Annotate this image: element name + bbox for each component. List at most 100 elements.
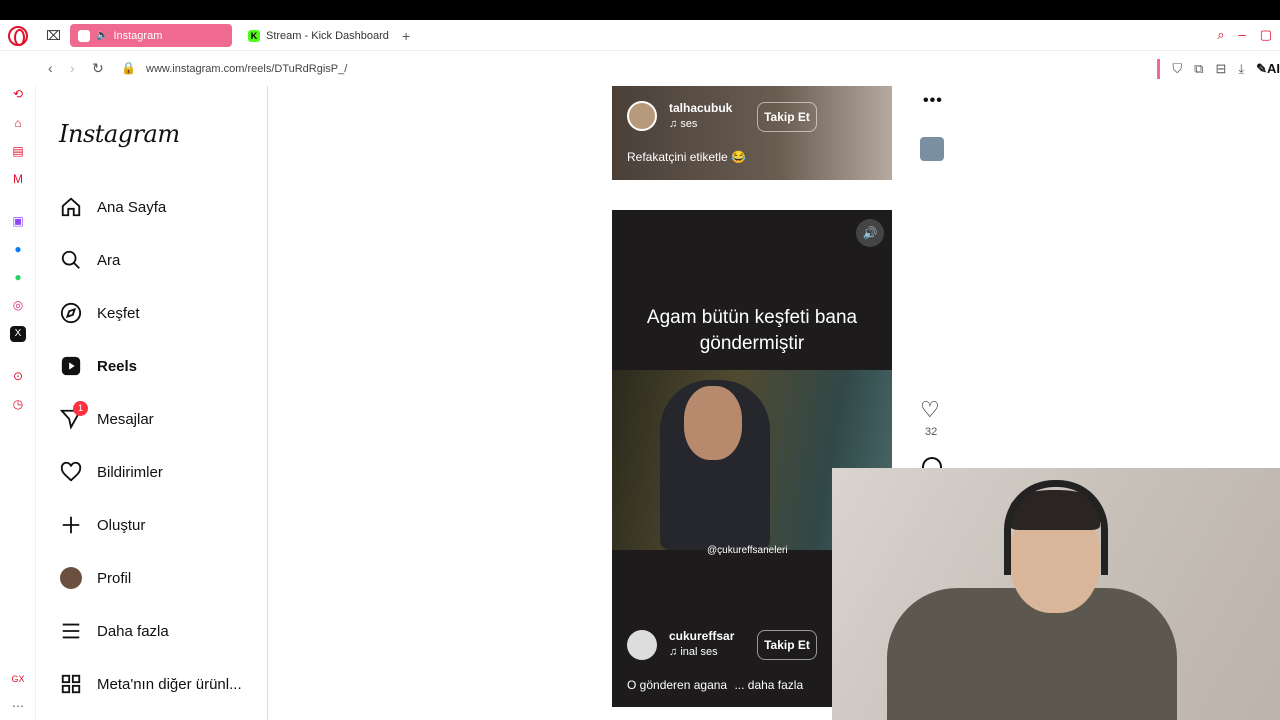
sound-label: inal ses bbox=[680, 646, 718, 658]
notification-badge: 1 bbox=[73, 401, 88, 416]
speed-dial-icon[interactable]: ⌂ bbox=[10, 115, 26, 131]
player-icon[interactable]: ⊙ bbox=[10, 368, 26, 384]
wallet-icon[interactable]: ⊟ bbox=[1215, 61, 1226, 77]
meta-apps-icon bbox=[59, 672, 83, 696]
nav-meta-products[interactable]: Meta'nın diğer ürünl... bbox=[59, 669, 242, 699]
more-options-icon[interactable]: ••• bbox=[923, 92, 943, 110]
clock-icon[interactable]: ◷ bbox=[10, 396, 26, 412]
new-tab-plus-icon[interactable]: + bbox=[402, 28, 410, 44]
reel-username[interactable]: cukureffsar bbox=[669, 629, 734, 643]
instagram-sidebar: Instagram Ana Sayfa Ara Keşfet Reels 1 M… bbox=[36, 86, 268, 720]
reel-caption: O gönderen agana ... daha fazla bbox=[627, 678, 803, 692]
reel-sound[interactable]: ♫ inal ses bbox=[669, 646, 718, 658]
webcam-overlay bbox=[832, 468, 1280, 720]
more-icon[interactable]: ⋯ bbox=[10, 698, 26, 714]
kick-favicon-icon: K bbox=[248, 29, 260, 42]
nav-label: Mesajlar bbox=[97, 410, 154, 428]
like-count: 32 bbox=[925, 426, 938, 438]
nav-label: Daha fazla bbox=[97, 622, 169, 640]
caption-text: O gönderen agana bbox=[627, 678, 728, 692]
plus-icon bbox=[59, 513, 83, 537]
opera-sidebar: ⟲ ⌂ ▤ M ▣ ● ● ◎ X ⊙ ◷ GX ⋯ bbox=[0, 86, 36, 720]
tab-label: Stream - Kick Dashboard bbox=[266, 29, 389, 42]
music-icon: ♫ bbox=[669, 646, 681, 658]
heart-icon bbox=[59, 460, 83, 484]
nav-more[interactable]: Daha fazla bbox=[59, 616, 169, 646]
like-icon[interactable]: ♡ bbox=[920, 397, 940, 423]
nav-label: Keşfet bbox=[97, 304, 140, 322]
top-black-strip bbox=[0, 0, 1280, 20]
audio-avatar[interactable] bbox=[920, 137, 944, 161]
maximize-icon[interactable]: ▢ bbox=[1260, 27, 1272, 43]
shield-icon[interactable]: ⛉ bbox=[1172, 61, 1182, 77]
messenger-icon[interactable]: ● bbox=[10, 241, 26, 257]
opera-logo-icon[interactable] bbox=[8, 26, 28, 46]
nav-create[interactable]: Oluştur bbox=[59, 510, 145, 540]
tab-kick-dashboard[interactable]: K Stream - Kick Dashboard bbox=[240, 24, 400, 47]
browser-tab-bar: ⌧ 🔈 Instagram K Stream - Kick Dashboard … bbox=[0, 20, 1280, 51]
back-icon[interactable]: ‹ bbox=[48, 60, 53, 76]
follow-button[interactable]: Takip Et bbox=[757, 630, 817, 660]
nav-label: Oluştur bbox=[97, 516, 146, 534]
whatsapp-icon[interactable]: ● bbox=[10, 269, 26, 285]
nav-search[interactable]: Ara bbox=[59, 245, 120, 275]
reload-icon[interactable]: ↻ bbox=[92, 60, 104, 77]
ai-icon[interactable]: ✎AI bbox=[1256, 61, 1280, 77]
reel-username[interactable]: talhacubuk bbox=[669, 101, 732, 115]
headset bbox=[1004, 480, 1108, 575]
address-bar: ‹ › ↻ 🔒 www.instagram.com/reels/DTuRdRgi… bbox=[0, 51, 1280, 86]
nav-notifications[interactable]: Bildirimler bbox=[59, 457, 163, 487]
forward-icon[interactable]: › bbox=[70, 60, 75, 76]
reel-overlay-text: Agam bütün keşfeti bana göndermiştir bbox=[612, 305, 892, 357]
minimize-icon[interactable]: – bbox=[1238, 27, 1245, 43]
workspace-icon[interactable]: ▤ bbox=[10, 143, 26, 159]
reel-watermark: @çukureffsaneleri bbox=[707, 545, 788, 556]
messages-icon: 1 bbox=[59, 401, 88, 431]
compass-icon bbox=[59, 301, 83, 325]
instagram-icon[interactable]: ◎ bbox=[10, 297, 26, 313]
nav-label: Reels bbox=[97, 357, 138, 375]
nav-profile[interactable]: Profil bbox=[59, 563, 131, 593]
reels-icon bbox=[59, 354, 83, 378]
nav-label: Bildirimler bbox=[97, 463, 163, 481]
volume-icon[interactable]: 🔊 bbox=[856, 219, 884, 247]
reel-sound[interactable]: ♫ ses bbox=[669, 118, 697, 130]
avatar-icon bbox=[59, 566, 83, 590]
lock-icon: 🔒 bbox=[121, 61, 136, 75]
search-tabs-icon[interactable]: ⌕ bbox=[1217, 27, 1224, 43]
nav-reels[interactable]: Reels bbox=[59, 351, 137, 381]
reel-caption: Refakatçini etiketle 😂 bbox=[627, 150, 746, 164]
man-face bbox=[684, 386, 742, 460]
music-icon: ♫ bbox=[669, 118, 681, 130]
mail-icon[interactable]: M bbox=[10, 171, 26, 187]
tab-label: Instagram bbox=[113, 29, 163, 42]
history-icon[interactable]: ⟲ bbox=[10, 86, 26, 102]
nav-label: Ana Sayfa bbox=[97, 198, 167, 216]
home-icon bbox=[59, 195, 83, 219]
twitch-icon[interactable]: ▣ bbox=[10, 213, 26, 229]
gx-icon[interactable]: GX bbox=[10, 671, 26, 687]
instagram-logo[interactable]: Instagram bbox=[59, 120, 180, 148]
download-icon[interactable]: ⤓ bbox=[1238, 61, 1244, 77]
nav-label: Profil bbox=[97, 569, 132, 587]
overlay-line-1: Agam bütün keşfeti bana bbox=[646, 307, 858, 328]
search-icon bbox=[59, 248, 83, 272]
x-icon[interactable]: X bbox=[10, 326, 26, 342]
extensions-icon[interactable]: ⧉ bbox=[1194, 61, 1203, 77]
reel-avatar[interactable] bbox=[627, 101, 657, 131]
nav-home[interactable]: Ana Sayfa bbox=[59, 192, 166, 222]
url-field[interactable]: www.instagram.com/reels/DTuRdRgisP_/ bbox=[146, 63, 347, 75]
nav-explore[interactable]: Keşfet bbox=[59, 298, 140, 328]
follow-button[interactable]: Takip Et bbox=[757, 102, 817, 132]
pink-divider bbox=[1157, 59, 1161, 79]
nav-label: Ara bbox=[97, 251, 121, 269]
menu-icon bbox=[59, 619, 83, 643]
speaker-icon[interactable]: 🔈 bbox=[96, 30, 108, 41]
reel-avatar[interactable] bbox=[627, 630, 657, 660]
overlay-line-2: göndermiştir bbox=[699, 333, 805, 354]
tab-instagram[interactable]: 🔈 Instagram bbox=[70, 24, 232, 47]
more-link[interactable]: ... daha fazla bbox=[734, 678, 803, 692]
tab-islands-icon[interactable]: ⌧ bbox=[46, 28, 61, 44]
nav-messages[interactable]: 1 Mesajlar bbox=[59, 401, 154, 434]
reel-previous[interactable]: talhacubuk ♫ ses Takip Et Refakatçini et… bbox=[612, 86, 892, 180]
